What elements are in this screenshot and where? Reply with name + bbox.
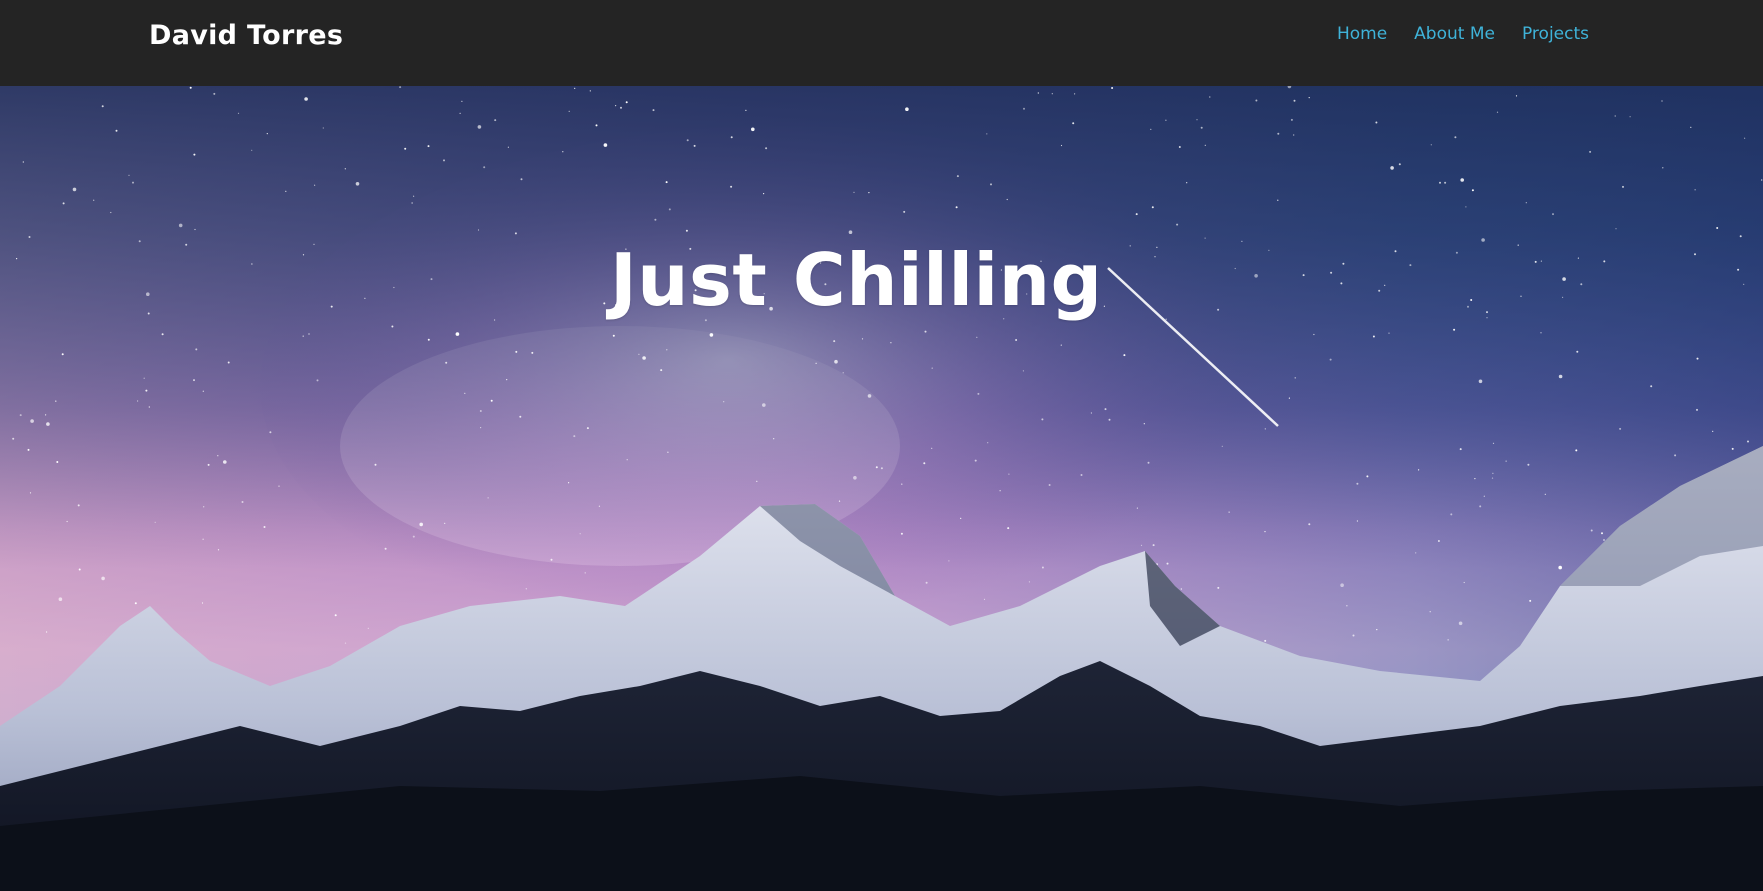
brand-logo-link[interactable]: David Torres — [149, 20, 343, 51]
main-nav: Home About Me Projects — [1337, 24, 1589, 44]
nav-link-home[interactable]: Home — [1337, 24, 1387, 44]
hero-title: Just Chilling — [610, 238, 1103, 322]
nav-link-about-me[interactable]: About Me — [1414, 24, 1495, 44]
hero-section: Just Chilling — [0, 86, 1763, 891]
nav-link-projects[interactable]: Projects — [1522, 24, 1589, 44]
top-navbar: David Torres Home About Me Projects — [0, 0, 1763, 86]
hero-background-image — [0, 86, 1763, 891]
